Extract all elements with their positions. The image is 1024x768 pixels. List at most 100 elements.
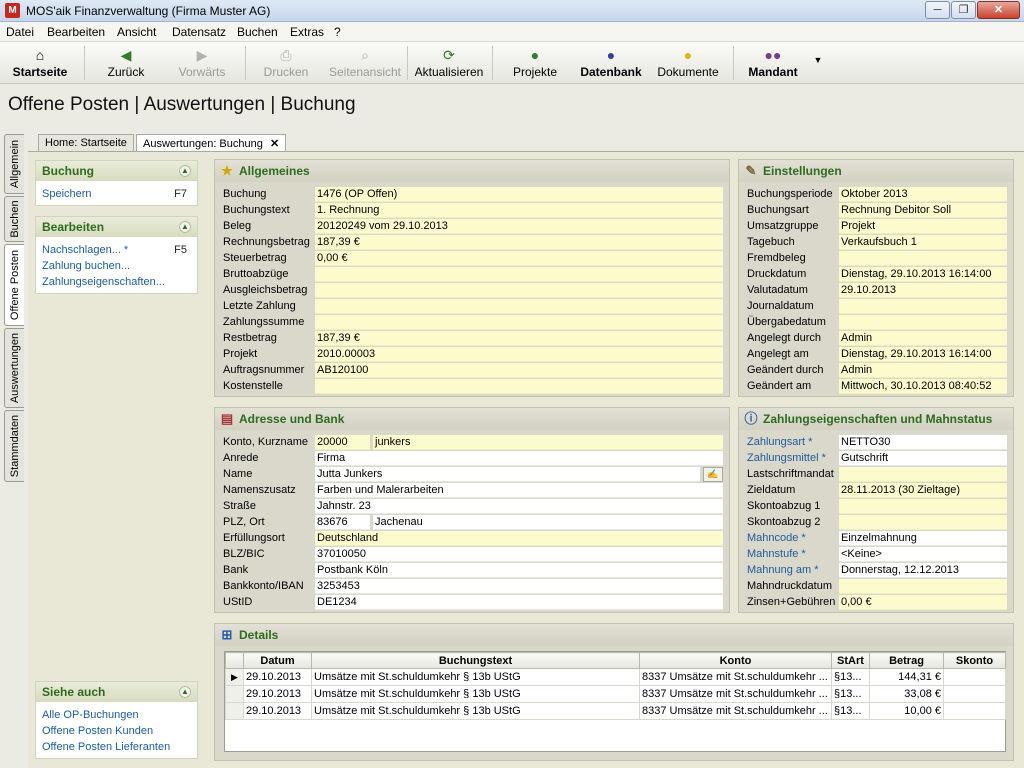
field-value[interactable] bbox=[315, 283, 723, 298]
field-label[interactable]: Mahnung am * bbox=[747, 564, 819, 576]
field-value[interactable] bbox=[839, 579, 1007, 594]
column-betrag[interactable]: Betrag bbox=[869, 652, 944, 669]
column-start[interactable]: StArt bbox=[831, 652, 870, 669]
vorwaerts-button[interactable]: ▶ Vorwärts bbox=[172, 45, 232, 81]
field-value[interactable]: 28.11.2013 (30 Zieltage) bbox=[839, 483, 1007, 498]
menu-bearbeiten[interactable]: Bearbeiten bbox=[47, 25, 105, 39]
sidebar-nachschlagen[interactable]: Nachschlagen... * F5 bbox=[36, 242, 197, 258]
table-row[interactable]: ▶ 29.10.2013 Umsätze mit St.schuldumkehr §… bbox=[225, 668, 1006, 686]
dokumente-button[interactable]: ● Dokumente bbox=[654, 45, 722, 81]
toolbar-dropdown-arrow[interactable]: ▼ bbox=[810, 54, 826, 90]
sidebar-siehe-auch-header[interactable]: Siehe auch ▲ bbox=[36, 682, 197, 702]
menu-extras[interactable]: Extras bbox=[290, 25, 324, 39]
field-value[interactable] bbox=[839, 467, 1007, 482]
signature-icon[interactable]: ✍ bbox=[703, 467, 723, 482]
row-pointer-icon[interactable]: ▶ bbox=[225, 668, 244, 686]
field-label[interactable]: Zahlungsmittel * bbox=[747, 452, 826, 464]
field-label[interactable]: Zahlungsart * bbox=[747, 436, 812, 448]
table-row[interactable]: 29.10.2013 Umsätze mit St.schuldumkehr § … bbox=[225, 685, 1006, 703]
field-label[interactable]: Mahnstufe * bbox=[747, 548, 806, 560]
field-value[interactable]: 2010.00003 bbox=[315, 347, 723, 362]
field-value[interactable]: 1. Rechnung bbox=[315, 203, 723, 218]
projekte-button[interactable]: ● Projekte bbox=[505, 45, 565, 81]
vtab-allgemein[interactable]: Allgemein bbox=[4, 134, 24, 194]
field-value[interactable]: Oktober 2013 bbox=[839, 187, 1007, 202]
zurueck-button[interactable]: ◀ Zurück bbox=[96, 45, 156, 81]
menu-buchen[interactable]: Buchen bbox=[237, 25, 278, 39]
column-skonto[interactable]: Skonto bbox=[943, 652, 1006, 669]
menu-datei[interactable]: Datei bbox=[6, 25, 34, 39]
bank-value[interactable]: Postbank Köln bbox=[315, 563, 723, 578]
strasse-value[interactable]: Jahnstr. 23 bbox=[315, 499, 723, 514]
close-tab-icon[interactable]: ✕ bbox=[270, 138, 279, 150]
field-value[interactable]: NETTO30 bbox=[839, 435, 1007, 450]
field-value[interactable] bbox=[315, 267, 723, 282]
field-value[interactable]: Donnerstag, 12.12.2013 bbox=[839, 563, 1007, 578]
field-value[interactable]: Gutschrift bbox=[839, 451, 1007, 466]
konto-value[interactable]: 20000 bbox=[315, 435, 370, 450]
namenszusatz-value[interactable]: Farben und Malerarbeiten bbox=[315, 483, 723, 498]
plz-value[interactable]: 83676 bbox=[315, 515, 370, 530]
field-value[interactable]: Dienstag, 29.10.2013 16:14:00 bbox=[839, 347, 1007, 362]
minimize-icon[interactable]: ─ bbox=[925, 1, 950, 19]
field-value[interactable]: Verkaufsbuch 1 bbox=[839, 235, 1007, 250]
sidebar-buchung-header[interactable]: Buchung ▲ bbox=[36, 161, 197, 181]
field-value[interactable] bbox=[315, 315, 723, 330]
tab-home[interactable]: Home: Startseite bbox=[38, 134, 134, 152]
vtab-offene-posten[interactable]: Offene Posten bbox=[4, 244, 24, 326]
erfuellungsort-value[interactable]: Deutschland bbox=[315, 531, 723, 546]
close-icon[interactable]: ✕ bbox=[977, 1, 1020, 19]
tab-auswertungen-buchung[interactable]: Auswertungen: Buchung ✕ bbox=[136, 134, 287, 152]
field-value[interactable]: Rechnung Debitor Soll bbox=[839, 203, 1007, 218]
field-value[interactable]: Einzelmahnung bbox=[839, 531, 1007, 546]
field-value[interactable] bbox=[839, 499, 1007, 514]
column-datum[interactable]: Datum bbox=[243, 652, 312, 669]
restore-icon[interactable]: ❐ bbox=[951, 1, 976, 19]
field-value[interactable]: 187,39 € bbox=[315, 331, 723, 346]
seitenansicht-button[interactable]: ⌕ Seitenansicht bbox=[327, 45, 403, 81]
row-selector[interactable] bbox=[225, 685, 244, 703]
field-value[interactable]: 29.10.2013 bbox=[839, 283, 1007, 298]
field-value[interactable] bbox=[839, 251, 1007, 266]
row-selector[interactable] bbox=[225, 702, 244, 720]
field-label[interactable]: Mahncode * bbox=[747, 532, 806, 544]
table-row[interactable]: 29.10.2013 Umsätze mit St.schuldumkehr § … bbox=[225, 702, 1006, 720]
datenbank-button[interactable]: ● Datenbank bbox=[580, 45, 642, 81]
field-value[interactable]: 187,39 € bbox=[315, 235, 723, 250]
aktualisieren-button[interactable]: ⟳ Aktualisieren bbox=[414, 45, 484, 81]
sidebar-zahlungseigenschaften[interactable]: Zahlungseigenschaften... bbox=[36, 274, 197, 290]
field-value[interactable]: Admin bbox=[839, 363, 1007, 378]
field-value[interactable]: 0,00 € bbox=[839, 595, 1007, 610]
startseite-button[interactable]: ⌂ Startseite bbox=[10, 45, 70, 81]
mandant-button[interactable]: ●● Mandant bbox=[744, 45, 802, 81]
field-value[interactable]: AB120100 bbox=[315, 363, 723, 378]
kurzname-value[interactable]: junkers bbox=[373, 435, 723, 450]
sidebar-speichern[interactable]: Speichern F7 bbox=[36, 186, 197, 202]
anrede-value[interactable]: Firma bbox=[315, 451, 723, 466]
blz-value[interactable]: 37010050 bbox=[315, 547, 723, 562]
field-value[interactable]: Admin bbox=[839, 331, 1007, 346]
field-value[interactable] bbox=[839, 315, 1007, 330]
field-value[interactable]: Projekt bbox=[839, 219, 1007, 234]
collapse-icon[interactable]: ▲ bbox=[179, 165, 191, 177]
sidebar-alle-op-buchungen[interactable]: Alle OP-Buchungen bbox=[36, 707, 197, 723]
field-value[interactable]: 0,00 € bbox=[315, 251, 723, 266]
name-value[interactable]: Jutta Junkers bbox=[315, 467, 700, 482]
sidebar-zahlung-buchen[interactable]: Zahlung buchen... bbox=[36, 258, 197, 274]
menu-ansicht[interactable]: Ansicht bbox=[117, 25, 156, 39]
field-value[interactable] bbox=[839, 515, 1007, 530]
field-value[interactable]: Dienstag, 29.10.2013 16:14:00 bbox=[839, 267, 1007, 282]
field-value[interactable]: <Keine> bbox=[839, 547, 1007, 562]
collapse-icon[interactable]: ▲ bbox=[179, 686, 191, 698]
sidebar-bearbeiten-header[interactable]: Bearbeiten ▲ bbox=[36, 217, 197, 237]
ustid-value[interactable]: DE1234 bbox=[315, 595, 723, 610]
vtab-stammdaten[interactable]: Stammdaten bbox=[4, 410, 24, 482]
field-value[interactable] bbox=[315, 299, 723, 314]
sidebar-op-lieferanten[interactable]: Offene Posten Lieferanten bbox=[36, 739, 197, 755]
vtab-auswertungen[interactable]: Auswertungen bbox=[4, 328, 24, 408]
iban-value[interactable]: 3253453 bbox=[315, 579, 723, 594]
menu-help[interactable]: ? bbox=[334, 25, 341, 39]
field-value[interactable] bbox=[315, 379, 723, 394]
column-konto[interactable]: Konto bbox=[639, 652, 832, 669]
collapse-icon[interactable]: ▲ bbox=[179, 221, 191, 233]
